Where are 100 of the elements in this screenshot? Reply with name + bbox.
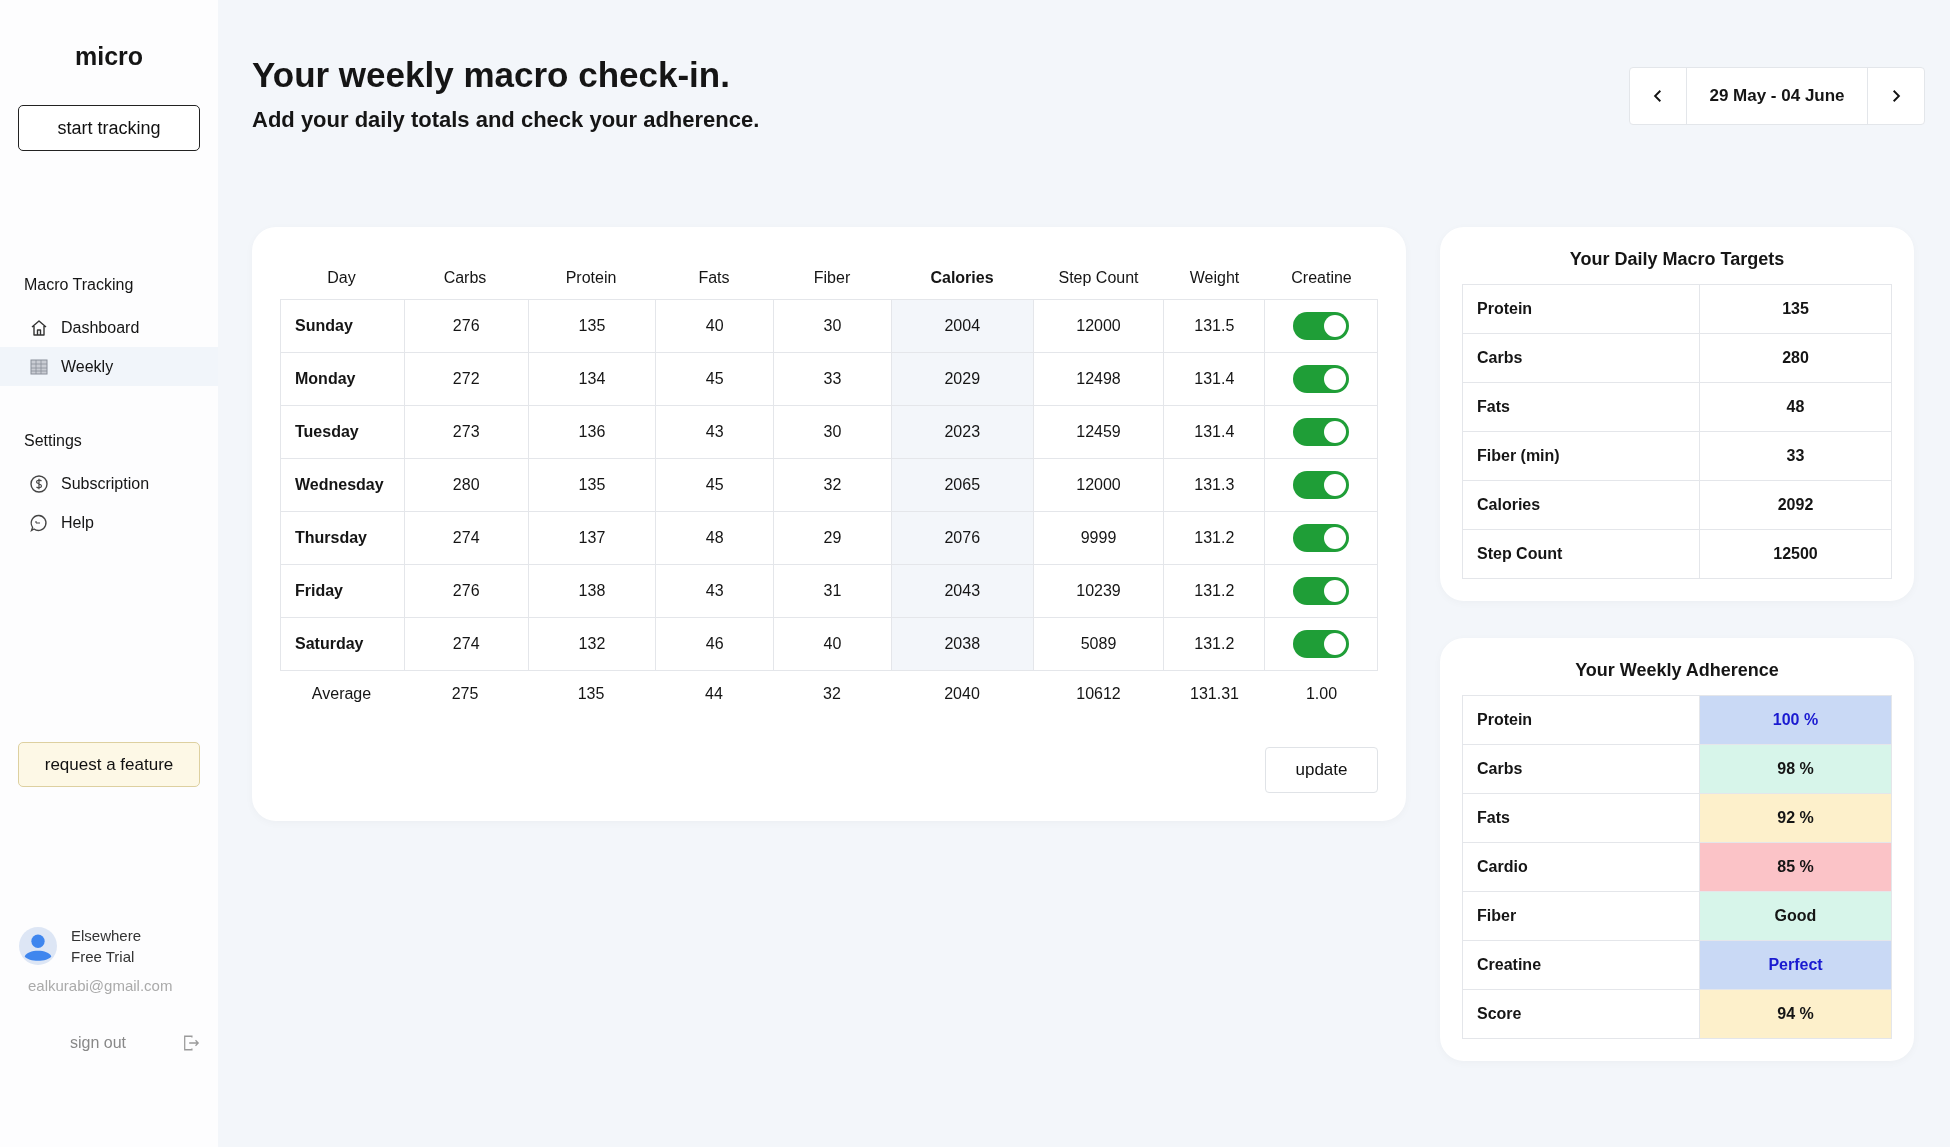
table-cell: 131.4 [1163,406,1265,458]
table-icon [29,356,49,377]
request-feature-button[interactable]: request a feature [18,742,200,787]
column-header: Day [326,268,357,288]
adherence-value: 85 % [1700,843,1891,891]
app-logo: micro [74,42,144,71]
table-cell: Protein [1463,285,1700,333]
adherence-value: Perfect [1700,941,1891,989]
nav-item[interactable]: Dashboard [0,308,218,347]
table-cell: 138 [527,565,656,617]
nav-item[interactable]: Weekly [0,347,218,386]
table-cell: 2023 [890,406,1033,458]
table-cell: 2004 [890,300,1033,352]
table-cell: 132 [527,618,656,670]
adherence-value: 94 % [1700,990,1891,1038]
table-cell: 12459 [1032,406,1164,458]
nav-item[interactable]: Subscription [0,464,218,503]
table-cell: Calories [1463,481,1700,529]
table-cell: 46 [655,618,774,670]
table-cell-text: Wednesday [294,475,385,495]
table-cell: 276 [403,300,528,352]
home-icon [29,317,49,338]
start-tracking-button[interactable]: start tracking [18,105,200,151]
adherence-value: Good [1700,892,1891,940]
table-cell: 45 [655,459,774,511]
table-cell-text: Friday [294,581,344,601]
average-value: 44 [704,684,724,704]
table-cell: 40 [773,618,891,670]
table-cell-text: Tuesday [294,422,360,442]
creatine-toggle[interactable] [1293,524,1350,552]
table-cell: 33 [773,353,891,405]
table-cell-text: 2092 [1776,495,1815,515]
table-cell: 2038 [890,618,1033,670]
card-title: Your Weekly Adherence [1574,660,1780,681]
column-header: Carbs [442,268,488,288]
card-title: Your Daily Macro Targets [1568,249,1786,270]
table-cell-text: 33 [1785,446,1806,466]
table-cell: 131.3 [1163,459,1265,511]
nav-item[interactable]: Help [0,503,218,542]
table-cell: 5089 [1032,618,1164,670]
table-cell: 274 [403,512,528,564]
table-cell: 12000 [1032,459,1164,511]
column-header: Creatine [1290,268,1353,288]
user-email: ealkurabi@gmail.com [28,977,173,994]
creatine-toggle[interactable] [1293,418,1350,446]
dollar-icon [29,473,49,494]
average-value: Average [310,684,373,704]
creatine-toggle[interactable] [1293,471,1350,499]
average-value: 131.31 [1189,684,1240,704]
average-value: 32 [822,684,842,704]
table-cell: Fiber (min) [1463,432,1700,480]
table-cell: 2076 [890,512,1033,564]
average-value: 1.00 [1304,684,1339,704]
column-header: Protein [564,268,618,288]
page-subtitle: Add your daily totals and check your adherence. [252,107,760,133]
table-cell: 272 [403,353,528,405]
table-cell: 31 [773,565,891,617]
table-cell: 2043 [890,565,1033,617]
creatine-toggle[interactable] [1293,630,1350,658]
table-cell-text: 48 [1785,397,1806,417]
table-cell-text: Thursday [294,528,368,548]
page-title: Your weekly macro check-in. [252,55,731,95]
table-cell: 30 [773,406,891,458]
adherence-value: 92 % [1700,794,1891,842]
table-cell: 2029 [890,353,1033,405]
table-cell: 48 [655,512,774,564]
table-cell: 137 [527,512,656,564]
table-cell: 131.2 [1163,565,1265,617]
adherence-value: 100 % [1700,696,1891,744]
user-name: Elsewhere [71,927,142,944]
table-cell: Fats [1463,383,1700,431]
creatine-toggle[interactable] [1293,312,1350,340]
average-value: 2040 [943,684,981,704]
sign-out-icon[interactable] [182,1034,200,1052]
table-cell: 43 [655,565,774,617]
table-cell: 136 [527,406,656,458]
table-cell-text: 280 [1781,348,1810,368]
table-cell: 131.5 [1163,300,1265,352]
creatine-toggle[interactable] [1293,577,1350,605]
table-cell: 131.2 [1163,618,1265,670]
user-plan: Free Trial [71,948,136,965]
table-cell: 29 [773,512,891,564]
average-value: 275 [450,684,480,704]
table-cell: 135 [527,300,656,352]
table-cell: 135 [527,459,656,511]
table-cell: 12000 [1032,300,1164,352]
creatine-toggle[interactable] [1293,365,1350,393]
table-cell: 273 [403,406,528,458]
table-cell: 10239 [1032,565,1164,617]
table-cell: 280 [403,459,528,511]
avatar-icon [19,927,57,965]
table-cell: 2065 [890,459,1033,511]
table-cell: 45 [655,353,774,405]
section-heading: Settings [24,432,83,450]
chat-icon [29,512,49,533]
update-button[interactable]: update [1265,747,1378,793]
table-cell: 131.4 [1163,353,1265,405]
sign-out-link[interactable]: sign out [70,1034,127,1052]
column-header: Step Count [1057,268,1140,288]
table-cell: 43 [655,406,774,458]
